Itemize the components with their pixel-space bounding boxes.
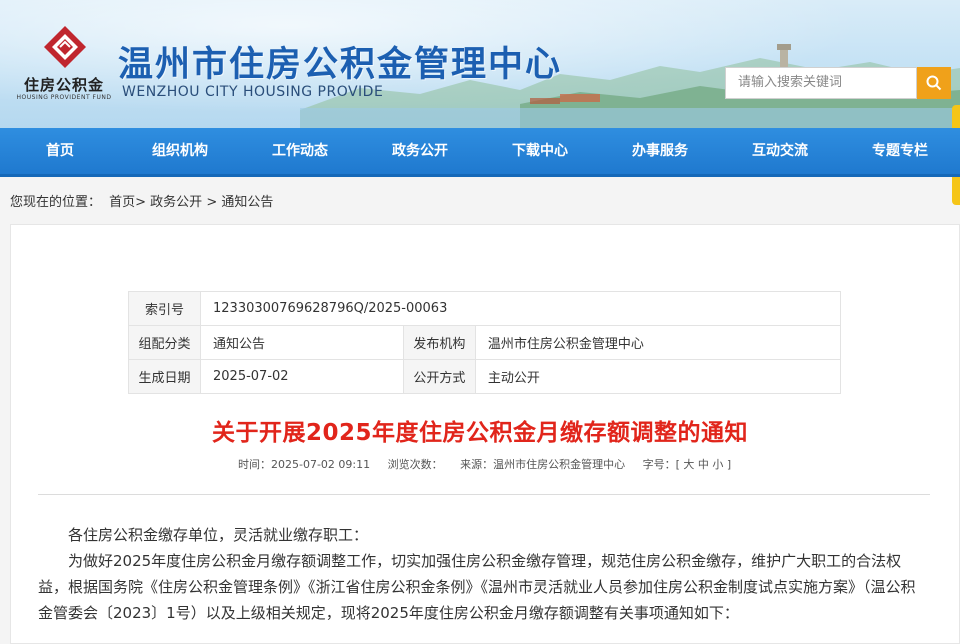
nav-item-topics[interactable]: 专题专栏	[840, 128, 960, 174]
article-divider	[38, 494, 930, 495]
breadcrumb: 您现在的位置： 首页> 政务公开 > 通知公告	[10, 191, 277, 210]
nav-item-home[interactable]: 首页	[0, 128, 120, 174]
nav-underline	[0, 174, 960, 177]
site-title: 温州市住房公积金管理中心	[118, 45, 563, 85]
article-greeting: 各住房公积金缴存单位，灵活就业缴存职工：	[68, 526, 369, 544]
nav-item-organization[interactable]: 组织机构	[120, 128, 240, 174]
meta-category-value: 通知公告	[200, 325, 404, 360]
site-header: 住房公积金 HOUSING PROVIDENT FUND 温州市住房公积金管理中…	[0, 0, 960, 128]
main-nav: 首页 组织机构 工作动态 政务公开 下载中心 办事服务 互动交流 专题专栏	[0, 128, 960, 174]
article-info: 时间：2025-07-02 09:11 浏览次数： 来源：温州市住房公积金管理中…	[238, 456, 731, 472]
document-meta-table: 索引号 12330300769628796Q/2025-00063 组配分类 通…	[128, 291, 842, 394]
search-button[interactable]	[917, 67, 951, 99]
meta-index-value: 12330300769628796Q/2025-00063	[200, 291, 841, 326]
meta-index-label: 索引号	[128, 291, 201, 326]
breadcrumb-prefix: 您现在的位置：	[10, 195, 102, 210]
nav-item-news[interactable]: 工作动态	[240, 128, 360, 174]
meta-mode-value: 主动公开	[474, 359, 842, 394]
breadcrumb-path[interactable]: 首页> 政务公开 > 通知公告	[109, 195, 273, 210]
search-input[interactable]: 请输入搜索关键词	[725, 67, 917, 99]
article-title: 关于开展2025年度住房公积金月缴存额调整的通知	[211, 420, 748, 446]
nav-item-services[interactable]: 办事服务	[600, 128, 720, 174]
site-logo[interactable]: 住房公积金 HOUSING PROVIDENT FUND	[14, 24, 114, 104]
article-paragraph: 为做好2025年度住房公积金月缴存额调整工作，切实加强住房公积金缴存管理，规范住…	[38, 552, 916, 622]
logo-subtext: HOUSING PROVIDENT FUND	[16, 94, 112, 101]
meta-publisher-label: 发布机构	[402, 325, 476, 360]
article-body: 各住房公积金缴存单位，灵活就业缴存职工： 为做好2025年度住房公积金月缴存额调…	[38, 522, 930, 626]
meta-date-label: 生成日期	[128, 359, 201, 394]
logo-emblem-icon	[44, 26, 86, 68]
article-time: 时间：2025-07-02 09:11	[238, 458, 371, 471]
nav-item-gov-affairs[interactable]: 政务公开	[360, 128, 480, 174]
logo-text: 住房公积金	[23, 76, 104, 94]
article-views: 浏览次数：	[387, 458, 443, 471]
site-subtitle: WENZHOU CITY HOUSING PROVIDE	[122, 84, 384, 100]
nav-item-interaction[interactable]: 互动交流	[720, 128, 840, 174]
search-icon	[926, 75, 942, 91]
article-source: 来源：温州市住房公积金管理中心	[460, 458, 626, 471]
nav-item-downloads[interactable]: 下载中心	[480, 128, 600, 174]
meta-mode-label: 公开方式	[402, 359, 476, 394]
meta-category-label: 组配分类	[128, 325, 201, 360]
meta-publisher-value: 温州市住房公积金管理中心	[474, 325, 842, 360]
meta-date-value: 2025-07-02	[200, 359, 404, 394]
font-size-switch[interactable]: 字号：[ 大 中 小 ]	[643, 458, 732, 471]
